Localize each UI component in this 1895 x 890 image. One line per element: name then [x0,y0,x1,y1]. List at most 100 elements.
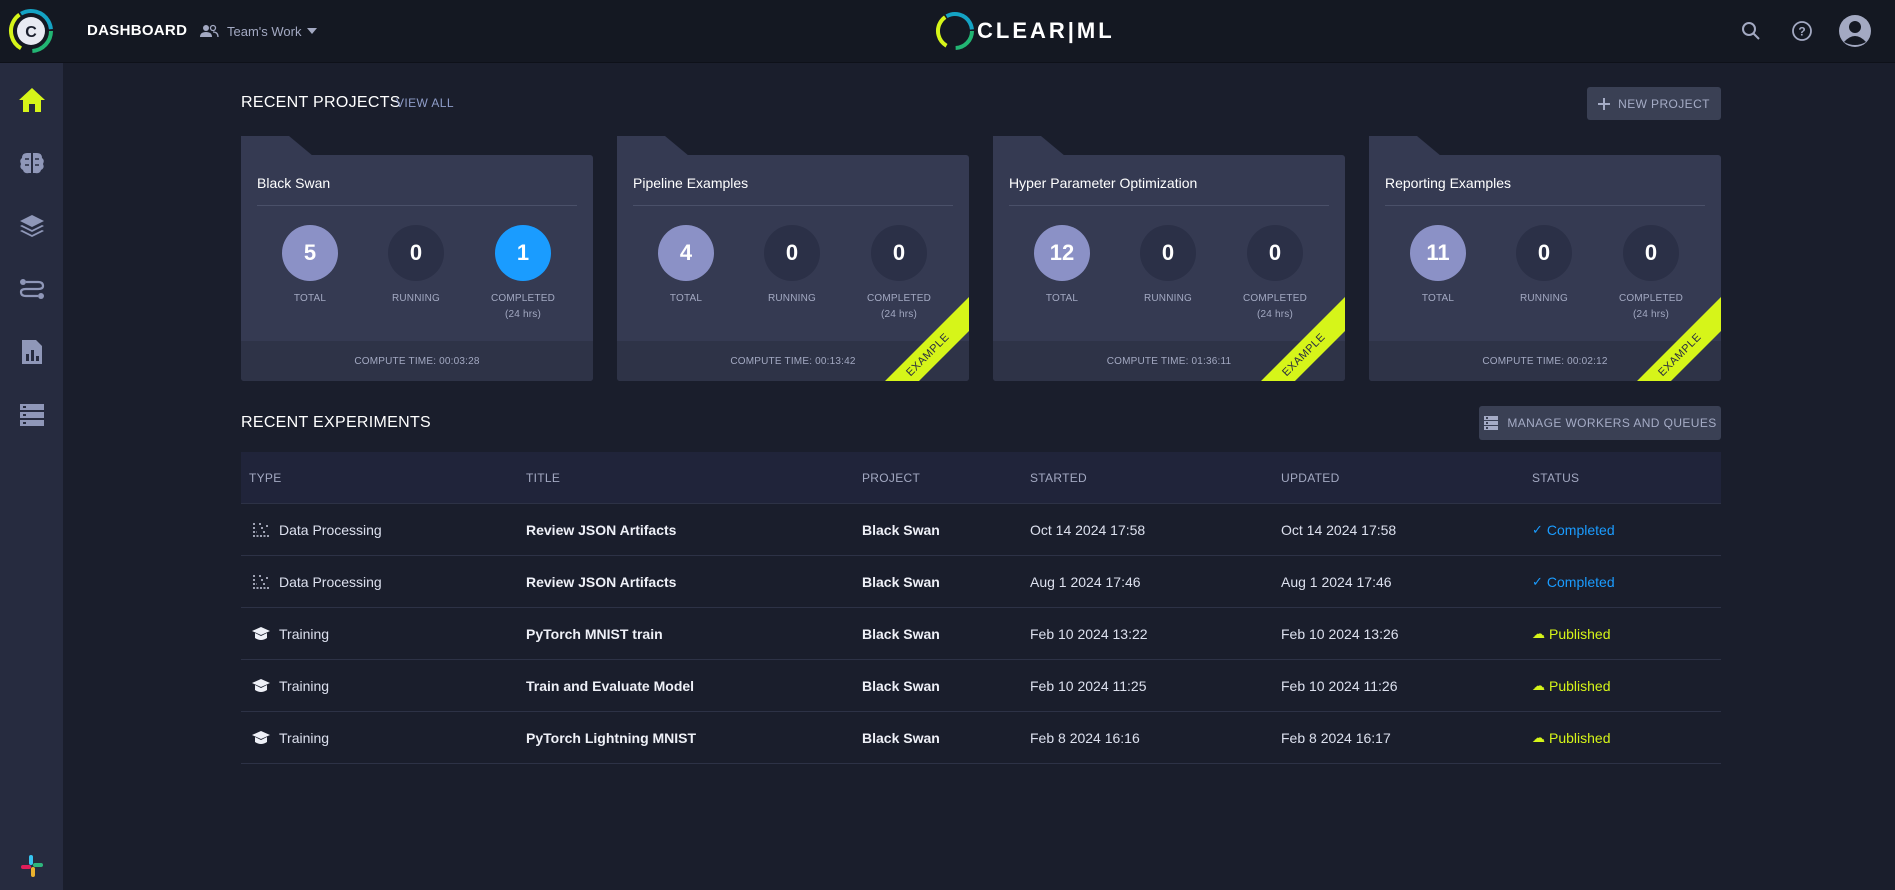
status-cell: ✓ Completed [1532,522,1721,538]
completed-label-text: COMPLETED [866,293,932,304]
sidebar-item-projects[interactable] [0,140,63,186]
stat-completed: 1 COMPLETED (24 hrs) [473,225,573,323]
team-selector[interactable]: Team's Work [199,21,325,41]
stat-completed: 0 COMPLETED (24 hrs) [849,225,949,323]
status-cell: ☁ Published [1532,678,1721,694]
status-label: Completed [1546,521,1615,538]
card-folder-tab [993,136,1065,156]
table-row[interactable]: Training PyTorch Lightning MNIST Black S… [241,712,1721,764]
workers-icon [19,404,44,426]
team-name: Team's Work [227,23,302,39]
type-cell: Training [241,728,526,748]
card-body: Black Swan 5 TOTAL 0 RUNNING 1 COMPLETED… [241,155,593,381]
type-label: Training [279,729,330,746]
stat-total: 4 TOTAL [636,225,736,307]
svg-text:C: C [25,24,37,41]
total-count: 11 [1410,225,1466,281]
new-project-label: NEW PROJECT [1618,96,1710,111]
column-header-project[interactable]: PROJECT [862,471,1030,485]
column-header-type[interactable]: TYPE [241,471,526,485]
status-label: Published [1549,625,1611,642]
divider [633,205,953,206]
plus-icon [1598,97,1611,110]
running-count: 0 [764,225,820,281]
manage-workers-label: MANAGE WORKERS AND QUEUES [1507,416,1717,430]
stat-running: 0 RUNNING [742,225,842,307]
table-row[interactable]: Data Processing Review JSON Artifacts Bl… [241,504,1721,556]
table-row[interactable]: Data Processing Review JSON Artifacts Bl… [241,556,1721,608]
completed-count: 0 [1247,225,1303,281]
new-project-button[interactable]: NEW PROJECT [1587,87,1721,120]
divider [257,205,577,206]
type-cell: Training [241,676,526,696]
sidebar-item-datasets[interactable] [0,203,63,249]
card-body: Hyper Parameter Optimization 12 TOTAL 0 … [993,155,1345,381]
running-label: RUNNING [1143,293,1193,304]
view-all-link[interactable]: VIEW ALL [396,96,454,110]
data-processing-icon [249,520,273,540]
clearml-logo-icon[interactable]: C [8,8,54,54]
recent-experiments-title: RECENT EXPERIMENTS [241,414,432,431]
training-icon [249,624,273,644]
search-icon[interactable] [1738,18,1764,44]
user-avatar-icon[interactable] [1838,14,1872,48]
project-card-pipeline-examples[interactable]: Pipeline Examples 4 TOTAL 0 RUNNING 0 CO… [617,136,969,381]
clearml-brand-logo: CLEAR|ML [935,10,1115,52]
help-icon[interactable]: ? [1789,18,1815,44]
project-cell: Black Swan [862,677,940,694]
type-cell: Training [241,624,526,644]
updated-cell: Feb 8 2024 16:17 [1281,729,1391,746]
top-header: C DASHBOARD Team's Work CLEAR|ML ? [0,0,1895,63]
column-header-started[interactable]: STARTED [1030,471,1281,485]
completed-count: 0 [1623,225,1679,281]
stat-running: 0 RUNNING [1118,225,1218,307]
project-card-hyper-parameter-optimization[interactable]: Hyper Parameter Optimization 12 TOTAL 0 … [993,136,1345,381]
stat-running: 0 RUNNING [1494,225,1594,307]
home-icon [18,88,45,112]
column-header-title[interactable]: TITLE [526,471,862,485]
brand-wordmark: CLEAR|ML [977,18,1115,43]
status-label: Published [1549,729,1611,746]
table-row[interactable]: Training PyTorch MNIST train Black Swan … [241,608,1721,660]
status-cell: ☁ Published [1532,730,1721,746]
title-cell: Review JSON Artifacts [526,573,677,590]
total-label: TOTAL [1045,293,1079,304]
stat-completed: 0 COMPLETED (24 hrs) [1601,225,1701,323]
project-card-reporting-examples[interactable]: Reporting Examples 11 TOTAL 0 RUNNING 0 … [1369,136,1721,381]
title-cell: Train and Evaluate Model [526,677,695,694]
updated-cell: Feb 10 2024 13:26 [1281,625,1399,642]
project-name: Black Swan [257,175,331,191]
sidebar-item-reports[interactable] [0,329,63,375]
cloud-icon: ☁ [1532,729,1545,745]
sidebar-item-pipelines[interactable] [0,266,63,312]
layers-icon [19,215,44,237]
started-cell: Aug 1 2024 17:46 [1030,573,1141,590]
svg-text:?: ? [1798,25,1805,39]
cloud-icon: ☁ [1532,677,1545,693]
sidebar [0,63,63,890]
card-body: Pipeline Examples 4 TOTAL 0 RUNNING 0 CO… [617,155,969,381]
table-row[interactable]: Training Train and Evaluate Model Black … [241,660,1721,712]
card-body: Reporting Examples 11 TOTAL 0 RUNNING 0 … [1369,155,1721,381]
completed-label: COMPLETED (24 hrs) [473,291,573,323]
completed-label: COMPLETED (24 hrs) [1601,291,1701,323]
sidebar-item-dashboard[interactable] [0,77,63,123]
project-name: Reporting Examples [1385,175,1512,191]
sidebar-item-slack[interactable] [0,843,63,889]
page-title: DASHBOARD [87,22,188,39]
completed-label-sub: (24 hrs) [880,309,918,320]
title-cell: PyTorch Lightning MNIST [526,729,697,746]
running-count: 0 [1516,225,1572,281]
manage-workers-queues-button[interactable]: MANAGE WORKERS AND QUEUES [1479,406,1721,440]
type-label: Data Processing [279,521,382,538]
project-cell: Black Swan [862,729,940,746]
completed-label-text: COMPLETED [1242,293,1308,304]
started-cell: Feb 10 2024 13:22 [1030,625,1148,642]
project-card-black-swan[interactable]: Black Swan 5 TOTAL 0 RUNNING 1 COMPLETED… [241,136,593,381]
card-folder-tab [241,136,313,156]
sidebar-item-workers-queues[interactable] [0,392,63,438]
column-header-status[interactable]: STATUS [1532,471,1721,485]
workers-icon [1484,416,1499,430]
column-header-updated[interactable]: UPDATED [1281,471,1532,485]
completed-count: 1 [495,225,551,281]
